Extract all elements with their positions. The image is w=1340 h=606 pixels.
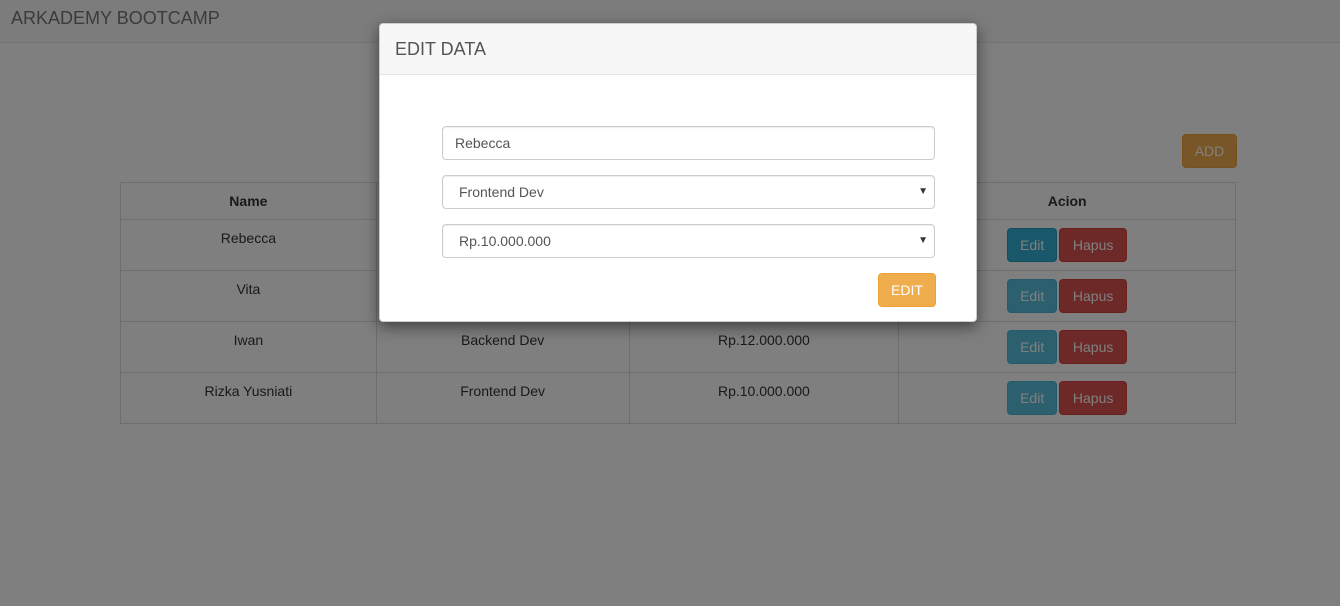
position-select[interactable]: Frontend Dev ▼ (442, 175, 935, 209)
name-input[interactable]: Rebecca (442, 126, 935, 160)
page: ARKADEMY BOOTCAMP ADD Name Acion Rebecca… (0, 0, 1340, 606)
salary-select-value: Rp.10.000.000 (459, 233, 551, 249)
caret-down-icon: ▼ (918, 186, 928, 197)
edit-data-modal: EDIT DATA Rebecca Frontend Dev ▼ Rp.10.0… (379, 23, 977, 322)
caret-down-icon: ▼ (918, 235, 928, 246)
modal-title: EDIT DATA (395, 39, 487, 59)
position-select-value: Frontend Dev (459, 184, 544, 200)
salary-select[interactable]: Rp.10.000.000 ▼ (442, 224, 935, 258)
modal-header: EDIT DATA (380, 24, 976, 75)
submit-edit-button[interactable]: EDIT (878, 273, 936, 307)
